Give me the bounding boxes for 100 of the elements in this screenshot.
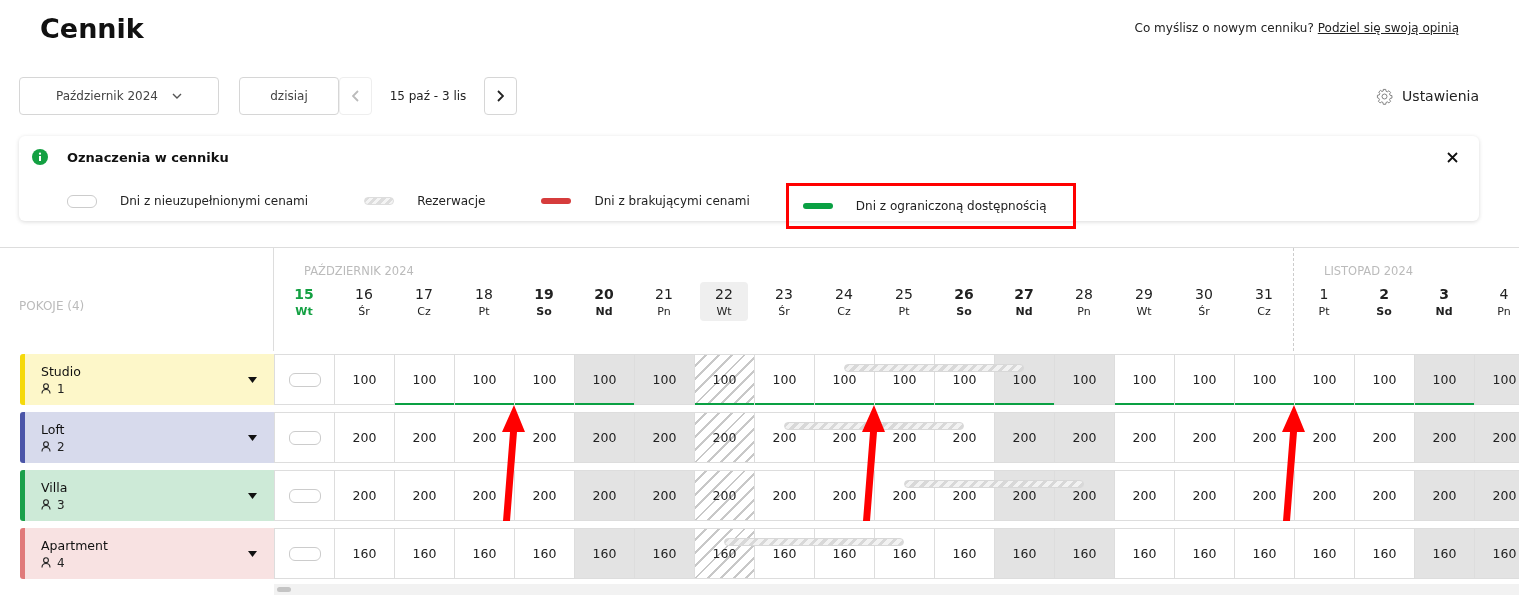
- price-value[interactable]: 100: [1072, 372, 1097, 387]
- price-value[interactable]: 160: [1372, 546, 1397, 561]
- day-header[interactable]: 26 So: [940, 282, 988, 321]
- price-value[interactable]: 100: [1192, 372, 1217, 387]
- price-value[interactable]: 200: [1432, 488, 1457, 503]
- price-value[interactable]: 160: [412, 546, 437, 561]
- day-header[interactable]: 29 Wt: [1120, 282, 1168, 321]
- month-dropdown[interactable]: Październik 2024: [19, 77, 219, 115]
- price-value[interactable]: 100: [832, 372, 857, 387]
- day-header[interactable]: 2 So: [1360, 282, 1408, 321]
- day-header[interactable]: 24 Cz: [820, 282, 868, 321]
- price-value[interactable]: 160: [652, 546, 677, 561]
- day-header[interactable]: 27 Nd: [1000, 282, 1048, 321]
- price-value[interactable]: 160: [1132, 546, 1157, 561]
- feedback-link[interactable]: Podziel się swoją opinią: [1317, 21, 1459, 35]
- price-value[interactable]: 100: [472, 372, 497, 387]
- price-value[interactable]: 200: [1372, 488, 1397, 503]
- price-value[interactable]: 200: [652, 488, 677, 503]
- day-header[interactable]: 19 So: [520, 282, 568, 321]
- price-value[interactable]: 160: [592, 546, 617, 561]
- price-value[interactable]: 200: [952, 430, 977, 445]
- price-value[interactable]: 200: [412, 430, 437, 445]
- price-value[interactable]: 100: [892, 372, 917, 387]
- next-button[interactable]: [484, 77, 517, 115]
- price-value[interactable]: 200: [1072, 488, 1097, 503]
- day-header[interactable]: 20 Nd: [580, 282, 628, 321]
- price-value[interactable]: 100: [592, 372, 617, 387]
- price-value[interactable]: 200: [1012, 430, 1037, 445]
- day-header[interactable]: 18 Pt: [460, 282, 508, 321]
- day-header[interactable]: 30 Śr: [1180, 282, 1228, 321]
- selected-day-header[interactable]: 22 Wt: [700, 282, 748, 321]
- price-value[interactable]: 160: [1252, 546, 1277, 561]
- room-header[interactable]: Loft 2: [20, 412, 274, 463]
- empty-price-field[interactable]: [288, 488, 321, 503]
- day-header[interactable]: 23 Śr: [760, 282, 808, 321]
- price-value[interactable]: 200: [1132, 430, 1157, 445]
- price-value[interactable]: 100: [1492, 372, 1517, 387]
- price-value[interactable]: 160: [472, 546, 497, 561]
- price-value[interactable]: 200: [952, 488, 977, 503]
- price-value[interactable]: 100: [1432, 372, 1457, 387]
- price-value[interactable]: 160: [952, 546, 977, 561]
- price-value[interactable]: 100: [1132, 372, 1157, 387]
- price-value[interactable]: 200: [1132, 488, 1157, 503]
- price-value[interactable]: 200: [532, 488, 557, 503]
- price-value[interactable]: 100: [1312, 372, 1337, 387]
- price-value[interactable]: 160: [1072, 546, 1097, 561]
- price-value[interactable]: 160: [1192, 546, 1217, 561]
- caret-icon[interactable]: [248, 434, 257, 441]
- caret-icon[interactable]: [248, 550, 257, 557]
- price-value[interactable]: 200: [592, 488, 617, 503]
- price-value[interactable]: 200: [1252, 488, 1277, 503]
- empty-price-field[interactable]: [288, 430, 321, 445]
- price-value[interactable]: 200: [772, 488, 797, 503]
- price-value[interactable]: 160: [832, 546, 857, 561]
- price-value[interactable]: 200: [1072, 430, 1097, 445]
- price-value[interactable]: 100: [652, 372, 677, 387]
- room-header[interactable]: Studio 1: [20, 354, 274, 405]
- price-value[interactable]: 160: [892, 546, 917, 561]
- today-button[interactable]: dzisiaj: [239, 77, 339, 115]
- price-value[interactable]: 100: [412, 372, 437, 387]
- horizontal-scrollbar[interactable]: [274, 584, 1519, 595]
- room-header[interactable]: Apartment 4: [20, 528, 274, 579]
- price-value[interactable]: 200: [772, 430, 797, 445]
- price-value[interactable]: 200: [412, 488, 437, 503]
- empty-price-field[interactable]: [288, 546, 321, 561]
- price-value[interactable]: 160: [352, 546, 377, 561]
- day-header[interactable]: 31 Cz: [1240, 282, 1288, 321]
- price-value[interactable]: 200: [892, 488, 917, 503]
- price-value[interactable]: 100: [532, 372, 557, 387]
- price-value[interactable]: 200: [1192, 430, 1217, 445]
- price-value[interactable]: 200: [472, 488, 497, 503]
- price-value[interactable]: 200: [1192, 488, 1217, 503]
- price-value[interactable]: 160: [1432, 546, 1457, 561]
- price-value[interactable]: 200: [1312, 488, 1337, 503]
- price-value[interactable]: 200: [472, 430, 497, 445]
- day-header[interactable]: 4 Pn: [1480, 282, 1519, 321]
- price-value[interactable]: 200: [532, 430, 557, 445]
- caret-icon[interactable]: [248, 376, 257, 383]
- price-value[interactable]: 100: [952, 372, 977, 387]
- price-value[interactable]: 160: [772, 546, 797, 561]
- day-header[interactable]: 28 Pn: [1060, 282, 1108, 321]
- room-header[interactable]: Villa 3: [20, 470, 274, 521]
- price-value[interactable]: 160: [1492, 546, 1517, 561]
- price-value[interactable]: 200: [712, 430, 737, 445]
- settings-button[interactable]: Ustawienia: [1376, 87, 1479, 105]
- price-value[interactable]: 100: [772, 372, 797, 387]
- price-value[interactable]: 200: [1372, 430, 1397, 445]
- price-value[interactable]: 100: [1252, 372, 1277, 387]
- price-value[interactable]: 200: [1492, 488, 1517, 503]
- price-value[interactable]: 200: [832, 488, 857, 503]
- price-value[interactable]: 200: [352, 430, 377, 445]
- price-value[interactable]: 100: [352, 372, 377, 387]
- empty-price-field[interactable]: [288, 372, 321, 387]
- price-value[interactable]: 200: [352, 488, 377, 503]
- price-value[interactable]: 200: [1432, 430, 1457, 445]
- price-value[interactable]: 200: [832, 430, 857, 445]
- price-value[interactable]: 200: [592, 430, 617, 445]
- price-value[interactable]: 100: [1372, 372, 1397, 387]
- price-value[interactable]: 200: [712, 488, 737, 503]
- day-header[interactable]: 16 Śr: [340, 282, 388, 321]
